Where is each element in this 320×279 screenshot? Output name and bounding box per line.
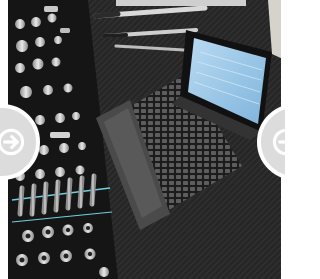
arrow-right-icon (272, 128, 285, 156)
carousel-photo (0, 0, 285, 279)
carousel (0, 0, 285, 279)
carousel-next-button[interactable] (257, 104, 285, 180)
carousel-prev-button[interactable] (0, 104, 40, 180)
arrow-right-icon (0, 128, 25, 156)
